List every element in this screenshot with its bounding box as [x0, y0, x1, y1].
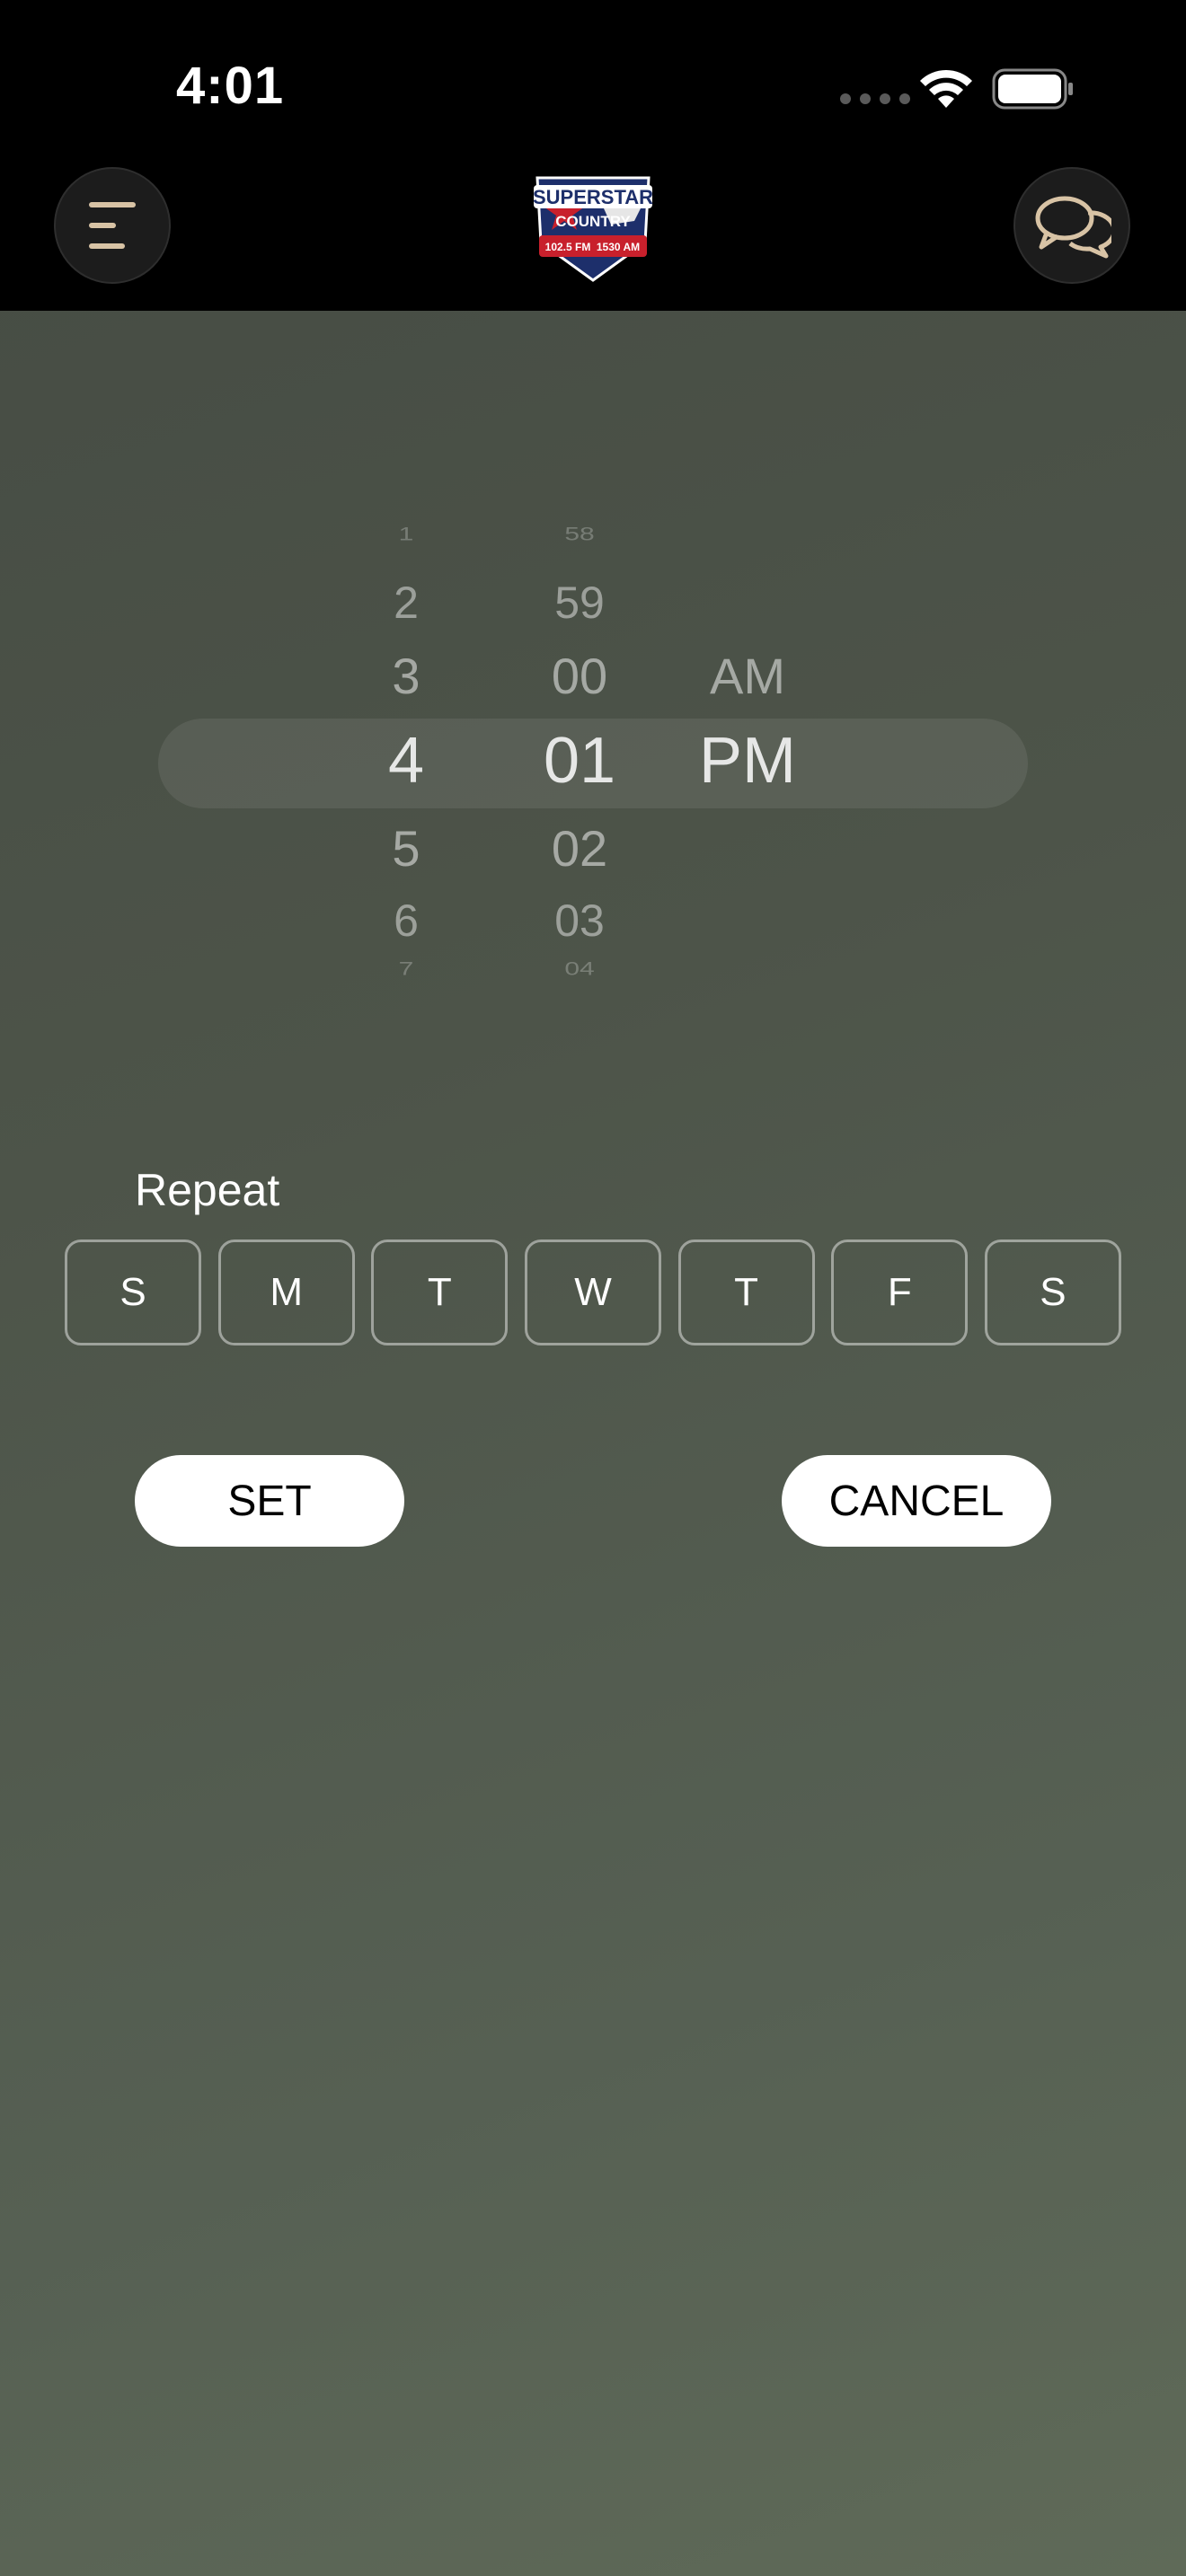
day-toggle-tuesday[interactable]: T: [371, 1239, 509, 1345]
battery-icon: [992, 68, 1073, 110]
minute-selected[interactable]: 01: [490, 724, 669, 798]
period-selected[interactable]: PM: [658, 724, 837, 798]
cellular-signal-icon: [840, 93, 910, 104]
station-logo: SUPERSTAR COUNTRY 102.5 FM 1530 AM: [533, 176, 653, 282]
status-time: 4:01: [176, 57, 285, 115]
chat-button[interactable]: [1013, 167, 1130, 284]
minute-option[interactable]: 03: [490, 895, 669, 947]
wifi-icon: [920, 69, 972, 108]
hour-option[interactable]: 2: [316, 577, 496, 629]
hour-option[interactable]: 3: [316, 647, 496, 705]
minute-option[interactable]: 59: [490, 577, 669, 629]
minute-option[interactable]: 00: [490, 647, 669, 705]
hour-option[interactable]: 6: [316, 895, 496, 947]
period-option[interactable]: AM: [658, 647, 837, 705]
menu-button[interactable]: [54, 167, 171, 284]
hour-option[interactable]: 1: [316, 524, 496, 545]
minute-option[interactable]: 58: [490, 524, 669, 545]
time-picker[interactable]: 1 2 3 4 5 6 7 58 59 00 01 02 03 04 AM PM: [0, 503, 1186, 1006]
set-button[interactable]: SET: [135, 1455, 404, 1547]
top-bar: 4:01 SUPERSTAR COUNTRY 102.5 FM 1530 AM: [0, 0, 1186, 311]
minute-option[interactable]: 04: [490, 958, 669, 980]
svg-text:COUNTRY: COUNTRY: [555, 213, 631, 230]
day-toggle-saturday[interactable]: S: [984, 1239, 1121, 1345]
chat-bubbles-icon: [1035, 196, 1111, 259]
svg-text:SUPERSTAR: SUPERSTAR: [533, 186, 653, 208]
hour-option[interactable]: 7: [316, 958, 496, 980]
menu-lines-icon: [89, 202, 136, 249]
repeat-label: Repeat: [135, 1165, 280, 1215]
day-toggle-monday[interactable]: M: [217, 1239, 355, 1345]
day-toggle-sunday[interactable]: S: [65, 1239, 201, 1345]
day-toggle-thursday[interactable]: T: [677, 1239, 815, 1345]
svg-text:1530 AM: 1530 AM: [597, 241, 640, 253]
day-toggle-friday[interactable]: F: [831, 1239, 969, 1345]
minute-option[interactable]: 02: [490, 819, 669, 878]
cancel-button[interactable]: CANCEL: [782, 1455, 1051, 1547]
hour-selected[interactable]: 4: [316, 724, 496, 798]
day-toggle-wednesday[interactable]: W: [524, 1239, 661, 1345]
hour-option[interactable]: 5: [316, 819, 496, 878]
repeat-days: S M T W T F S: [65, 1239, 1121, 1345]
svg-text:102.5 FM: 102.5 FM: [545, 241, 591, 253]
